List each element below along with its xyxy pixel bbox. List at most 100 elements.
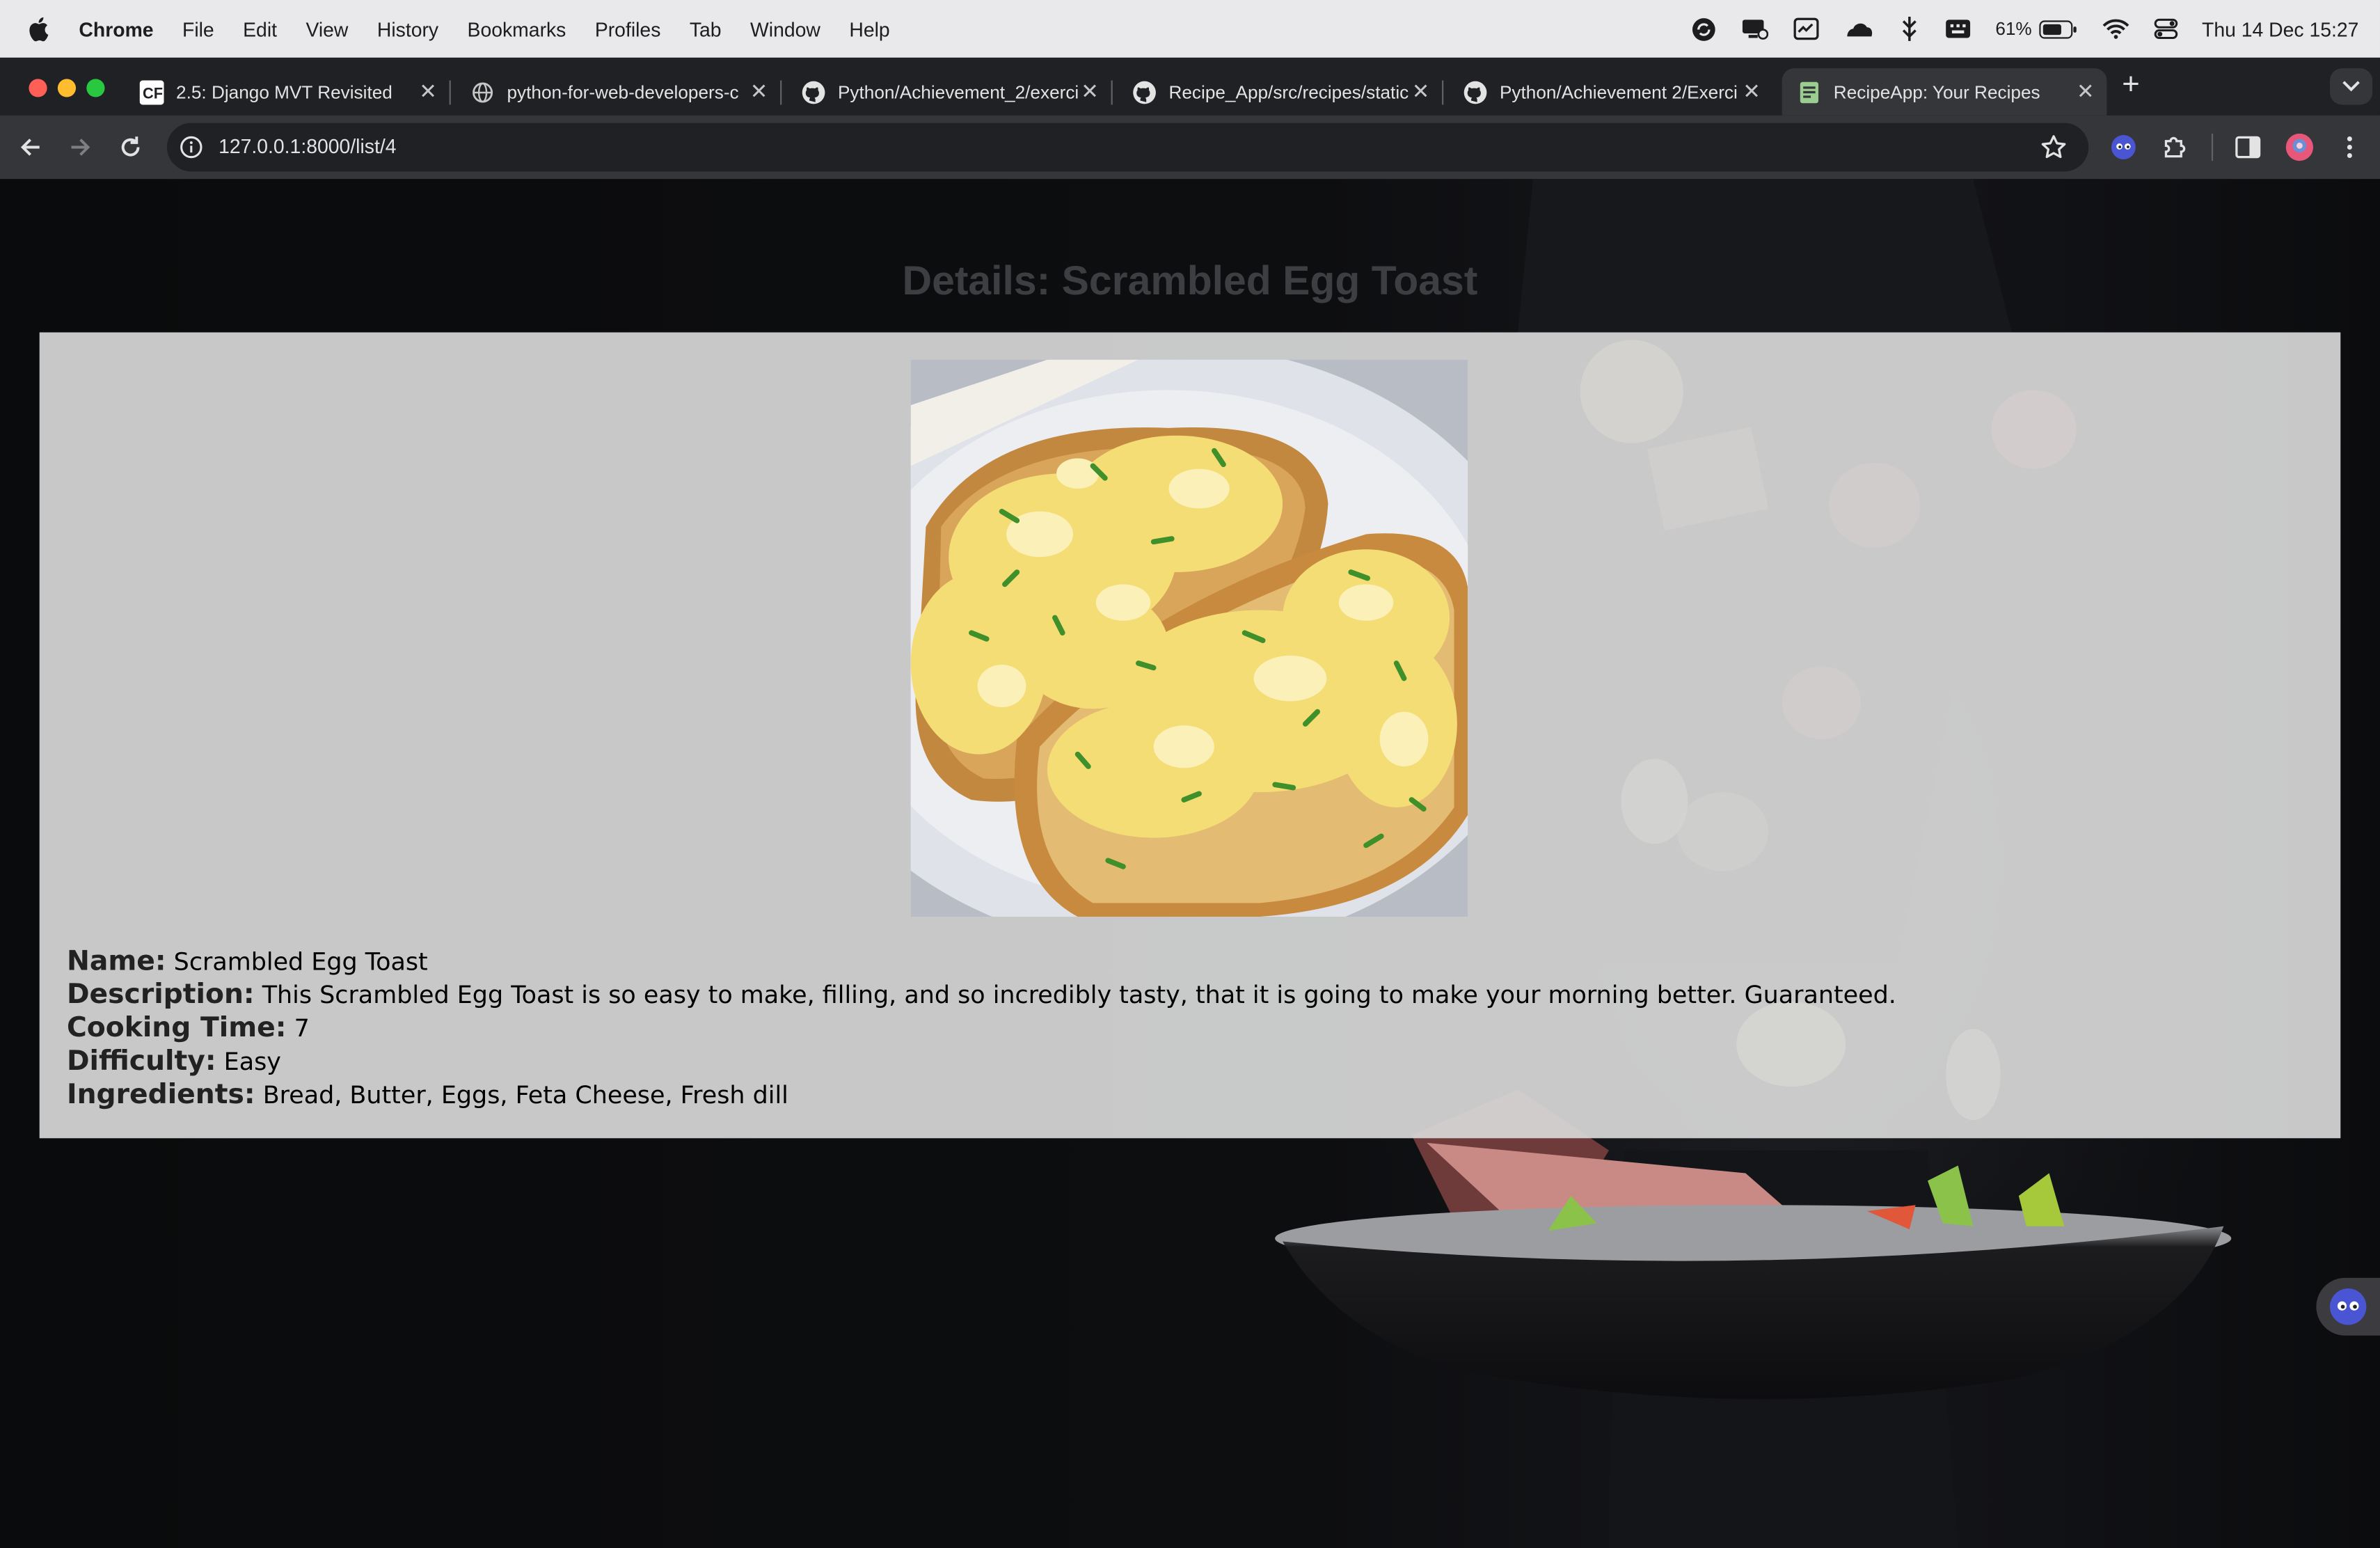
cloud-app-icon[interactable]: [1843, 18, 1874, 40]
tab-search-button[interactable]: [2330, 68, 2373, 105]
battery-icon[interactable]: [2038, 19, 2077, 38]
macos-menu-bar: Chrome File Edit View History Bookmarks …: [0, 0, 2380, 58]
puzzle-piece-icon: [2164, 136, 2186, 158]
keyboard-icon[interactable]: [1944, 18, 1971, 40]
tab-close-icon[interactable]: ✕: [1740, 79, 1764, 104]
detail-row-cooking-time: Cooking Time: 7: [67, 1012, 1896, 1045]
extension-ghost-button[interactable]: [2109, 132, 2139, 163]
minimize-window-button[interactable]: [57, 79, 77, 97]
tab-close-icon[interactable]: ✕: [747, 79, 771, 104]
screen-tool-icon[interactable]: [1792, 17, 1819, 41]
control-center-icon[interactable]: [2153, 18, 2177, 40]
tab-title: python-for-web-developers-c: [507, 81, 739, 103]
profile-avatar-button[interactable]: [2285, 132, 2315, 163]
sync-icon[interactable]: [1690, 16, 1716, 42]
recipe-favicon: [1797, 79, 1821, 104]
page-title: Details: Scrambled Egg Toast: [902, 258, 1478, 304]
wifi-icon[interactable]: [2102, 18, 2129, 40]
address-bar-url[interactable]: 127.0.0.1:8000/list/4: [219, 135, 396, 158]
browser-toolbar: 127.0.0.1:8000/list/4: [0, 115, 2380, 180]
tab-github-achievement-2-exercise-alt[interactable]: Python/Achievement 2/Exerci ✕: [1451, 68, 1772, 116]
arrow-left-icon: [20, 139, 40, 156]
menu-edit[interactable]: Edit: [243, 17, 277, 40]
side-panel-icon: [2235, 136, 2261, 159]
menu-window[interactable]: Window: [750, 17, 820, 40]
extensions-button[interactable]: [2160, 132, 2191, 163]
forward-button[interactable]: [65, 132, 96, 163]
menu-view[interactable]: View: [306, 17, 348, 40]
plug-icon[interactable]: [1898, 15, 1920, 42]
avatar-icon: [2285, 133, 2314, 161]
bookmark-star-icon[interactable]: [2040, 134, 2067, 161]
side-panel-button[interactable]: [2232, 132, 2263, 163]
close-window-button[interactable]: [29, 79, 47, 97]
toolbar-divider: [2211, 133, 2214, 161]
apple-logo-icon[interactable]: [27, 15, 51, 42]
detail-label: Ingredients:: [66, 1079, 255, 1112]
tab-close-icon[interactable]: ✕: [1078, 79, 1102, 104]
github-icon: [1132, 79, 1157, 104]
svg-text:CF: CF: [143, 84, 163, 102]
menu-profiles[interactable]: Profiles: [595, 17, 661, 40]
menu-help[interactable]: Help: [849, 17, 889, 40]
site-info-icon[interactable]: [179, 135, 203, 159]
detail-value: Bread, Butter, Eggs, Feta Cheese, Fresh …: [262, 1080, 788, 1109]
tab-close-icon[interactable]: ✕: [416, 79, 441, 104]
tab-title: Python/Achievement 2/Exerci: [1499, 81, 1738, 103]
detail-label: Name:: [66, 945, 166, 978]
tab-title: Python/Achievement_2/exerci: [837, 81, 1078, 103]
tab-github-recipe-app-static[interactable]: Recipe_App/src/recipes/static ✕: [1120, 68, 1444, 116]
tab-github-achievement-2-exercise[interactable]: Python/Achievement_2/exerci ✕: [789, 68, 1113, 116]
back-button[interactable]: [15, 132, 46, 163]
tab-django-mvt[interactable]: CF 2.5: Django MVT Revisited ✕: [127, 68, 451, 116]
floating-assistant-button[interactable]: [2316, 1277, 2380, 1336]
menu-bookmarks[interactable]: Bookmarks: [468, 17, 566, 40]
tab-separator: [1442, 80, 1444, 105]
github-icon: [802, 79, 826, 104]
careerfoundry-icon: CF: [139, 79, 164, 104]
tab-separator: [449, 80, 451, 105]
ghost-assistant-icon: [2330, 1288, 2367, 1325]
zoom-window-button[interactable]: [86, 79, 105, 97]
reload-button[interactable]: [116, 132, 146, 163]
address-bar[interactable]: 127.0.0.1:8000/list/4: [166, 123, 2089, 172]
tab-separator: [780, 80, 782, 105]
globe-icon: [470, 79, 495, 104]
detail-label: Difficulty:: [66, 1045, 216, 1078]
battery-percent: 61%: [1995, 18, 2032, 40]
page-viewport: Details: Scrambled Egg Toast Name: Scram…: [0, 179, 2380, 1548]
recipe-details: Name: Scrambled Egg Toast Description: T…: [67, 945, 1896, 1112]
recipe-detail-card: Name: Scrambled Egg Toast Description: T…: [39, 332, 2341, 1139]
ghost-extension-icon: [2111, 135, 2136, 159]
tab-separator: [1111, 80, 1113, 105]
arrow-right-icon: [71, 139, 90, 156]
detail-row-difficulty: Difficulty: Easy: [67, 1045, 1896, 1079]
menu-history[interactable]: History: [377, 17, 438, 40]
menu-tab[interactable]: Tab: [690, 17, 722, 40]
chrome-menu-button[interactable]: [2335, 132, 2365, 163]
tab-close-icon[interactable]: ✕: [1409, 79, 1433, 104]
tab-title: RecipeApp: Your Recipes: [1833, 81, 2040, 103]
chevron-down-icon: [2342, 81, 2360, 92]
display-icon[interactable]: [1740, 17, 1768, 41]
detail-label: Description:: [66, 979, 255, 1011]
recipe-image: [910, 359, 1468, 917]
tab-recipeapp-active[interactable]: RecipeApp: Your Recipes ✕: [1782, 68, 2107, 116]
detail-row-description: Description: This Scrambled Egg Toast is…: [67, 979, 1896, 1012]
detail-value: Scrambled Egg Toast: [173, 947, 428, 976]
detail-row-ingredients: Ingredients: Bread, Butter, Eggs, Feta C…: [67, 1079, 1896, 1112]
menu-app-chrome[interactable]: Chrome: [79, 17, 153, 40]
tab-title: Recipe_App/src/recipes/static: [1168, 81, 1409, 103]
detail-label: Cooking Time:: [66, 1012, 287, 1045]
reload-icon: [121, 136, 140, 157]
detail-value: 7: [294, 1013, 310, 1043]
new-tab-button[interactable]: +: [2122, 68, 2139, 103]
tab-close-icon[interactable]: ✕: [2073, 79, 2097, 104]
detail-row-name: Name: Scrambled Egg Toast: [67, 945, 1896, 979]
github-icon: [1463, 79, 1488, 104]
menu-bar-clock[interactable]: Thu 14 Dec 15:27: [2202, 17, 2358, 40]
tab-python-for-web-developers[interactable]: python-for-web-developers-c ✕: [459, 68, 782, 116]
browser-tab-strip: CF 2.5: Django MVT Revisited ✕ python-fo…: [0, 57, 2380, 116]
menu-file[interactable]: File: [182, 17, 214, 40]
detail-value: Easy: [223, 1047, 281, 1076]
